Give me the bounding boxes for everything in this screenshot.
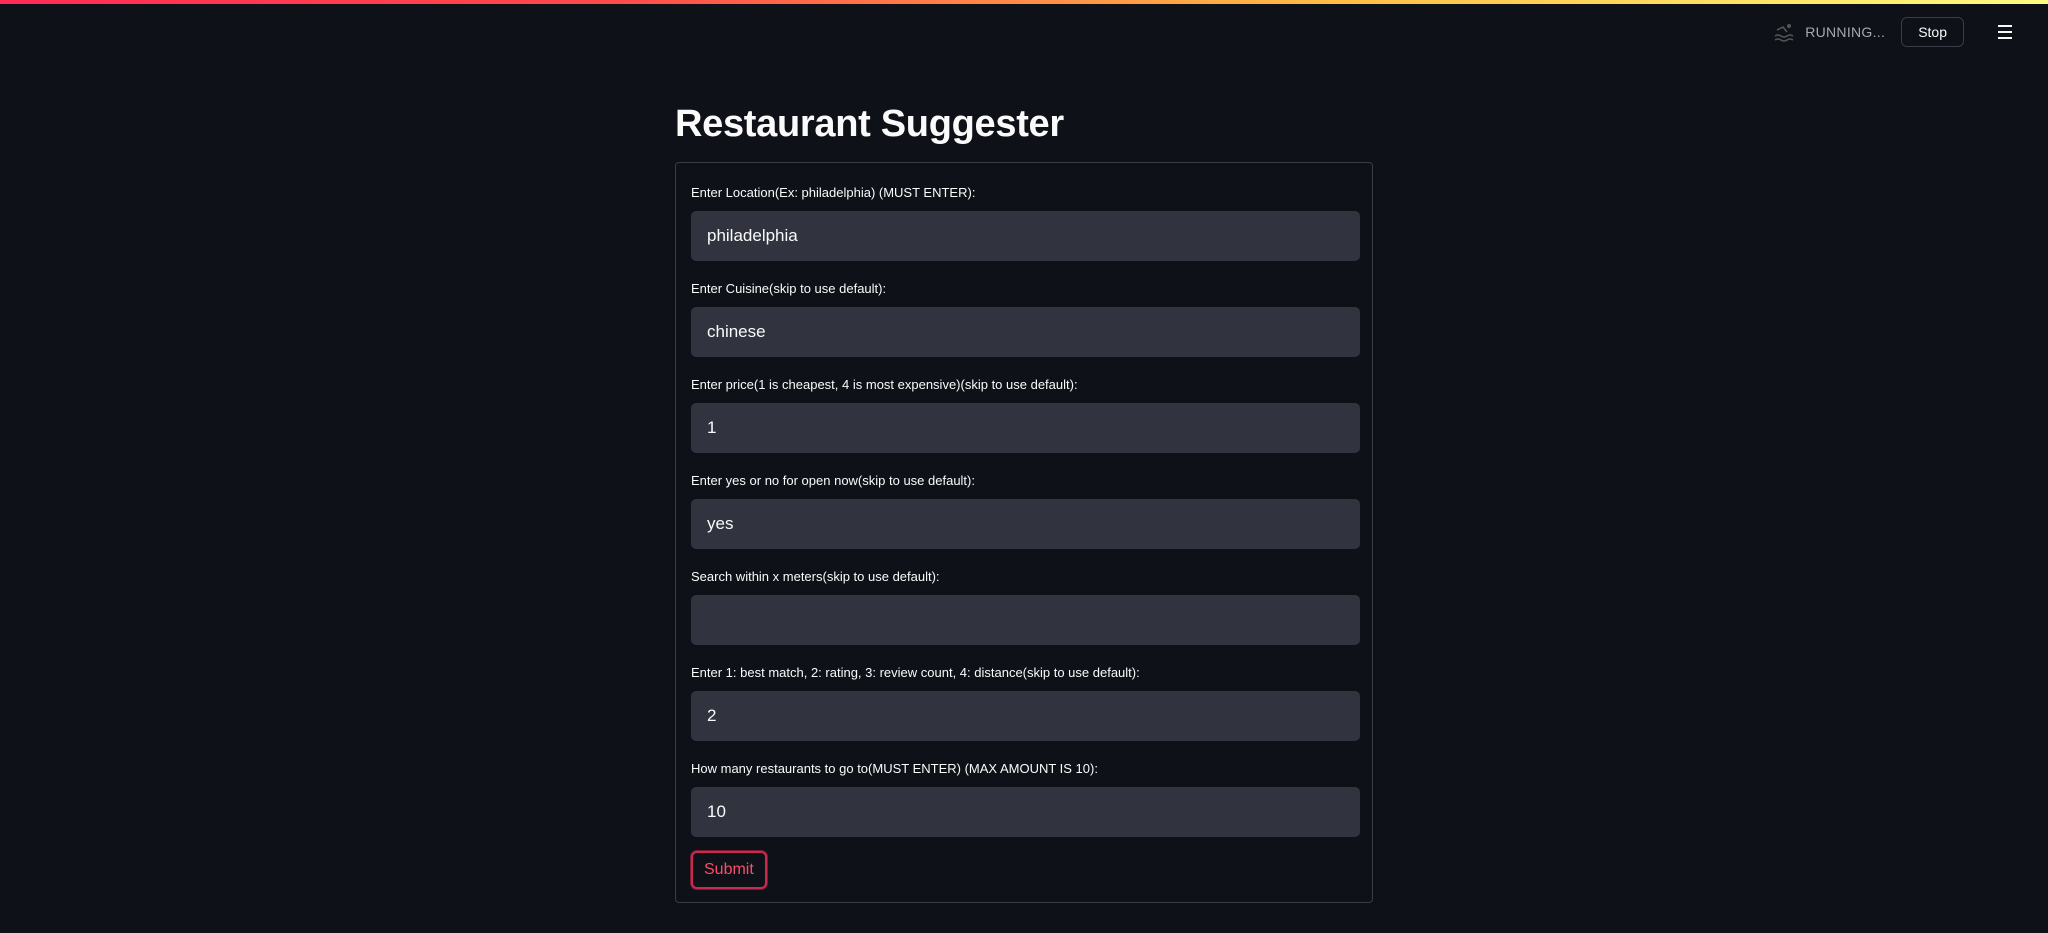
sort-label: Enter 1: best match, 2: rating, 3: revie…	[691, 665, 1140, 680]
hamburger-menu-icon[interactable]	[1990, 17, 2020, 47]
radius-field: Search within x meters(skip to use defau…	[691, 567, 1360, 645]
location-input[interactable]	[691, 211, 1360, 261]
page-title: Restaurant Suggester	[675, 103, 1064, 145]
radius-input[interactable]	[691, 595, 1360, 645]
swimmer-icon	[1773, 21, 1795, 43]
open-now-field: Enter yes or no for open now(skip to use…	[691, 471, 1360, 549]
open-now-label: Enter yes or no for open now(skip to use…	[691, 473, 975, 488]
count-field: How many restaurants to go to(MUST ENTER…	[691, 759, 1360, 837]
toolbar: RUNNING... Stop	[1773, 14, 2048, 50]
cuisine-input[interactable]	[691, 307, 1360, 357]
cuisine-field: Enter Cuisine(skip to use default):	[691, 279, 1360, 357]
open-now-input[interactable]	[691, 499, 1360, 549]
price-field: Enter price(1 is cheapest, 4 is most exp…	[691, 375, 1360, 453]
radius-label: Search within x meters(skip to use defau…	[691, 569, 940, 584]
price-label: Enter price(1 is cheapest, 4 is most exp…	[691, 377, 1078, 392]
location-field: Enter Location(Ex: philadelphia) (MUST E…	[691, 183, 1360, 261]
price-input[interactable]	[691, 403, 1360, 453]
running-status: RUNNING...	[1805, 24, 1886, 40]
cuisine-label: Enter Cuisine(skip to use default):	[691, 281, 887, 296]
sort-field: Enter 1: best match, 2: rating, 3: revie…	[691, 663, 1360, 741]
location-label: Enter Location(Ex: philadelphia) (MUST E…	[691, 185, 976, 200]
count-label: How many restaurants to go to(MUST ENTER…	[691, 761, 1098, 776]
input-form: Enter Location(Ex: philadelphia) (MUST E…	[675, 162, 1373, 903]
sort-input[interactable]	[691, 691, 1360, 741]
count-input[interactable]	[691, 787, 1360, 837]
stop-button[interactable]: Stop	[1901, 17, 1964, 47]
submit-button[interactable]: Submit	[691, 851, 767, 889]
decoration-bar	[0, 0, 2048, 4]
